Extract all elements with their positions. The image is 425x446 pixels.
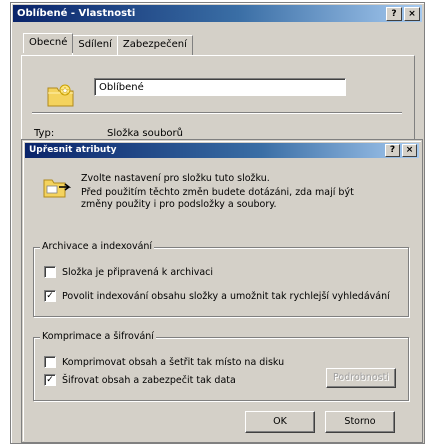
- compress-row[interactable]: Komprimovat obsah a šetřit tak místo na …: [44, 356, 284, 368]
- archive-group-title: Archivace a indexování: [40, 241, 155, 252]
- index-content-row[interactable]: ✓ Povolit indexování obsahu složky a umo…: [44, 290, 390, 302]
- archive-ready-row[interactable]: Složka je připravená k archivaci: [44, 266, 213, 278]
- encrypt-checkbox[interactable]: ✓: [44, 374, 56, 386]
- tab-strip: Obecné Sdílení Zabezpečení: [23, 33, 193, 55]
- cancel-button[interactable]: Storno: [325, 411, 395, 433]
- titlebar-buttons: ? ×: [386, 7, 420, 21]
- type-value: Složka souborů: [107, 128, 183, 139]
- ok-button[interactable]: OK: [245, 411, 315, 433]
- index-content-label: Povolit indexování obsahu složky a umožn…: [62, 290, 390, 302]
- compress-label: Komprimovat obsah a šetřit tak místo na …: [62, 356, 285, 368]
- advanced-titlebar-buttons: ? ×: [385, 144, 417, 157]
- advanced-titlebar[interactable]: Upřesnit atributy ? ×: [25, 143, 419, 158]
- folder-name-input[interactable]: Oblíbené: [94, 78, 346, 96]
- properties-titlebar[interactable]: Oblíbené - Vlastnosti ? ×: [13, 5, 422, 22]
- favorites-folder-icon: [47, 84, 74, 107]
- intro-text-1: Zvolte nastavení pro složku tuto složku.: [81, 173, 270, 184]
- archive-ready-checkbox[interactable]: [44, 266, 56, 278]
- advanced-help-button[interactable]: ?: [385, 144, 400, 157]
- advanced-title: Upřesnit atributy: [29, 145, 117, 155]
- encrypt-label: Šifrovat obsah a zabezpečit tak data: [62, 374, 236, 386]
- archive-ready-label: Složka je připravená k archivaci: [62, 266, 214, 278]
- separator: [32, 112, 402, 114]
- compress-checkbox[interactable]: [44, 356, 56, 368]
- folder-settings-icon: [43, 179, 71, 198]
- archive-index-group: Archivace a indexování Složka je připrav…: [33, 241, 409, 317]
- advanced-attributes-dialog: Upřesnit atributy ? × Zvolte nastavení p…: [22, 140, 422, 442]
- details-button[interactable]: Podrobnosti: [326, 368, 396, 388]
- index-content-checkbox[interactable]: ✓: [44, 290, 56, 302]
- tab-security[interactable]: Zabezpečení: [116, 35, 193, 55]
- compress-encrypt-group: Komprimace a šifrování Komprimovat obsah…: [33, 331, 409, 401]
- encrypt-row[interactable]: ✓ Šifrovat obsah a zabezpečit tak data: [44, 374, 236, 386]
- tab-general[interactable]: Obecné: [23, 33, 74, 53]
- advanced-close-button[interactable]: ×: [402, 144, 417, 157]
- close-button[interactable]: ×: [404, 7, 420, 21]
- properties-title: Oblíbené - Vlastnosti: [17, 8, 136, 19]
- compress-group-title: Komprimace a šifrování: [40, 331, 156, 342]
- type-label: Typ:: [34, 128, 55, 139]
- intro-text-2: Před použitím těchto změn budete dotázán…: [81, 187, 354, 210]
- help-button[interactable]: ?: [386, 7, 402, 21]
- tab-sharing[interactable]: Sdílení: [72, 35, 118, 55]
